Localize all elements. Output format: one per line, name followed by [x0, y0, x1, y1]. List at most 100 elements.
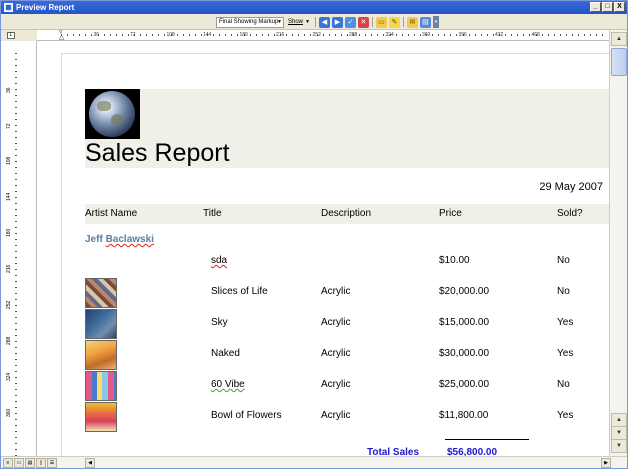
ruler-tick: [15, 389, 17, 390]
ruler-tick: [15, 107, 17, 108]
next-change-icon[interactable]: ▶: [331, 16, 343, 28]
scroll-up-button[interactable]: ▲: [611, 413, 627, 427]
maximize-button[interactable]: □: [602, 2, 613, 12]
row-sold: Yes: [557, 317, 574, 328]
ruler-tick: [413, 34, 415, 36]
ruler-tick: [15, 89, 17, 90]
horizontal-scrollbar[interactable]: ≡ ▭ ▤ ▯ ☰ ◀ ▶: [1, 456, 627, 468]
accept-icon[interactable]: ✓: [344, 16, 356, 28]
reading-layout-icon[interactable]: ▯: [36, 458, 46, 468]
ruler-tick: [547, 34, 549, 36]
vertical-ruler[interactable]: 36 72 108 144 180 216 252 288 324 360: [1, 41, 37, 468]
ruler-tick: [365, 34, 367, 36]
col-sold: Sold?: [557, 208, 583, 219]
ruler-label: 36: [6, 87, 12, 93]
ruler-tick: [444, 34, 446, 36]
ruler-tick: [298, 34, 300, 36]
show-button[interactable]: Show ▼: [286, 17, 312, 28]
ruler-tick: [15, 221, 17, 222]
ruler-tick: [523, 34, 525, 36]
toolbar-separator: [371, 17, 373, 27]
preview-report-window: ▦ Preview Report _ □ X Final Showing Mar…: [0, 0, 628, 469]
ruler-tick: [15, 383, 17, 384]
ruler-label: 144: [203, 32, 212, 38]
ruler-tick: [572, 34, 573, 36]
comment-icon[interactable]: ▭: [375, 16, 387, 28]
print-layout-icon[interactable]: ▤: [25, 458, 35, 468]
row-sold: No: [557, 379, 570, 390]
ruler-tick: [164, 34, 166, 36]
ruler-tick: [292, 34, 294, 36]
row-sold: No: [557, 286, 570, 297]
normal-view-icon[interactable]: ≡: [3, 458, 13, 468]
row-description: Acrylic: [321, 379, 351, 390]
ruler-tick: [15, 113, 17, 114]
ruler-label: 72: [6, 123, 12, 129]
ruler-tick: [419, 34, 421, 36]
ruler-tick: [559, 34, 561, 36]
ruler-tick: [310, 34, 312, 36]
ruler-tick: [15, 191, 17, 192]
ruler-tick: [15, 449, 17, 450]
ruler-tick: [15, 251, 17, 252]
scroll-down-button[interactable]: ▼: [611, 426, 627, 440]
scroll-down-button[interactable]: ▼: [611, 439, 627, 453]
toolbar-options-button[interactable]: ▾: [432, 16, 439, 28]
horizontal-scroll-track[interactable]: [97, 458, 599, 468]
ruler-label: 252: [6, 300, 12, 309]
ruler-tick: [255, 34, 257, 36]
title-bar[interactable]: ▦ Preview Report _ □ X: [1, 1, 627, 14]
ruler-tick: [15, 203, 17, 204]
ruler-tick: [15, 215, 17, 216]
ruler-tick: [15, 329, 17, 330]
indent-marker-icon[interactable]: ▿ △: [59, 29, 64, 41]
ruler-tick: [85, 34, 87, 36]
reject-icon[interactable]: ✕: [357, 16, 369, 28]
row-sold: Yes: [557, 410, 574, 421]
vertical-scrollbar[interactable]: ▲ ▲ ▼ ▼: [609, 30, 627, 456]
ruler-tick: [267, 34, 269, 36]
ruler-tick: [188, 34, 190, 36]
ruler-tick: [15, 413, 17, 414]
scroll-thumb[interactable]: [611, 48, 627, 76]
track-icon[interactable]: ✉: [406, 16, 418, 28]
minimize-button[interactable]: _: [590, 2, 601, 12]
ruler-tick: [15, 275, 17, 276]
row-price: $10.00: [439, 255, 470, 266]
scroll-right-button[interactable]: ▶: [601, 458, 611, 468]
ruler-tick: [15, 323, 17, 324]
ruler-tick: [15, 377, 17, 378]
artwork-thumbnail: [85, 340, 117, 370]
highlight-icon[interactable]: ✎: [388, 16, 400, 28]
reviewing-pane-icon[interactable]: ▤: [419, 16, 431, 28]
ruler-tick: [480, 34, 482, 36]
close-button[interactable]: X: [614, 2, 625, 12]
ruler-tick: [15, 281, 17, 282]
ruler-tick: [492, 34, 494, 36]
ruler-tick: [15, 83, 17, 84]
report-date: 29 May 2007: [539, 181, 603, 193]
outline-view-icon[interactable]: ☰: [47, 458, 57, 468]
ruler-tick: [249, 34, 251, 36]
horizontal-ruler[interactable]: 36 72 108 144 180 216 252 288 324 360 396 432 468: [37, 30, 609, 41]
ruler-label: 432: [495, 32, 504, 38]
row-title: Slices of Life: [211, 286, 268, 297]
ruler-tick: [15, 371, 17, 372]
markup-select[interactable]: Final Showing Markup ▼: [216, 16, 284, 28]
row-description: Acrylic: [321, 286, 351, 297]
row-price: $11,800.00: [439, 410, 489, 421]
table-row: 60 Vibe Acrylic $25,000.00 No: [85, 371, 610, 406]
tab-selector-button[interactable]: L: [7, 32, 15, 39]
scroll-up-button[interactable]: ▲: [611, 32, 627, 46]
ruler-tick: [225, 34, 227, 36]
ruler-tick: [340, 34, 342, 36]
ruler-label: 180: [6, 228, 12, 237]
ruler-tick: [304, 34, 306, 36]
scroll-left-button[interactable]: ◀: [85, 458, 95, 468]
ruler-tick: [91, 34, 93, 36]
web-layout-icon[interactable]: ▭: [14, 458, 24, 468]
ruler-tick: [79, 34, 81, 36]
ruler-tick: [200, 34, 202, 36]
col-title: Title: [203, 208, 222, 219]
prev-change-icon[interactable]: ◀: [318, 16, 330, 28]
